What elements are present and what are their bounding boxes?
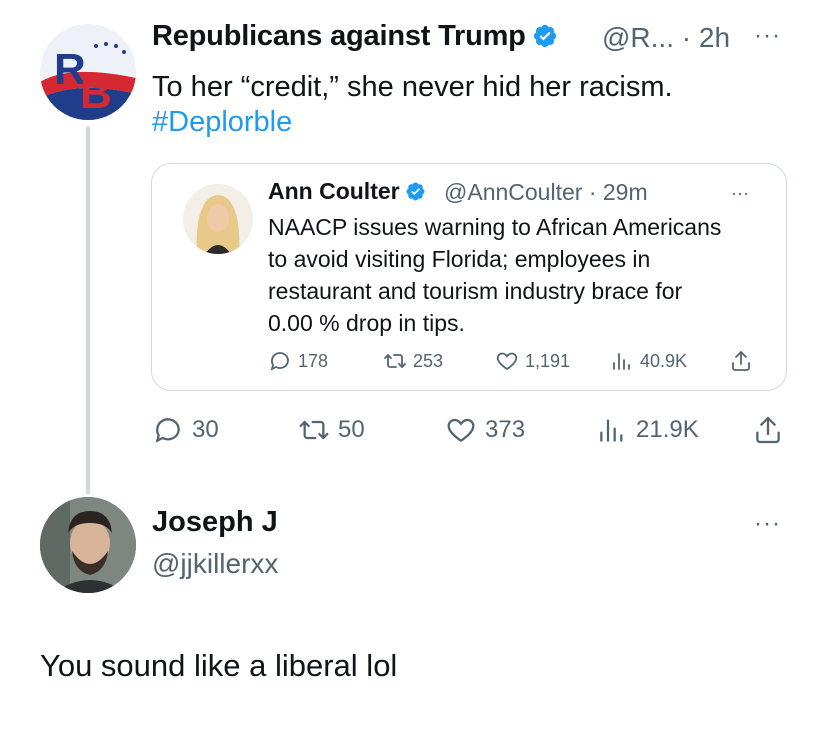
quoted-retweet-button[interactable]: 253 <box>383 349 443 373</box>
reply-text: You sound like a liberal lol <box>40 648 398 683</box>
quoted-tweet-text: NAACP issues warning to African American… <box>268 211 768 339</box>
like-button[interactable]: 373 <box>445 414 525 446</box>
reply-avatar[interactable] <box>40 497 136 593</box>
reply-more-options-icon[interactable]: ··· <box>754 510 781 538</box>
reply-icon <box>270 352 289 371</box>
rb-logo-icon: R B <box>40 24 136 120</box>
author-handle: @R... <box>602 22 674 53</box>
hashtag-link[interactable]: #Deplorble <box>152 106 292 139</box>
quoted-text-line: 0.00 % drop in tips. <box>268 310 465 336</box>
quoted-author-name-text: Ann Coulter <box>268 178 400 204</box>
quoted-retweet-count: 253 <box>413 350 444 371</box>
quoted-share-button[interactable] <box>729 349 753 373</box>
quoted-text-line: to avoid visiting Florida; employees in <box>268 246 651 272</box>
svg-text:B: B <box>80 69 112 118</box>
share-icon <box>756 416 780 444</box>
reply-icon <box>155 418 180 443</box>
share-icon <box>732 351 750 371</box>
tweet-text: To her “credit,” she never hid her racis… <box>152 71 673 103</box>
quoted-views-button[interactable]: 40.9K <box>610 349 687 373</box>
quoted-author-handle: @AnnCoulter <box>444 179 583 205</box>
quoted-reply-count: 178 <box>298 350 329 371</box>
share-button[interactable] <box>752 414 784 446</box>
retweet-count: 50 <box>338 416 365 443</box>
quoted-like-button[interactable]: 1,191 <box>495 349 570 373</box>
quoted-more-options-icon[interactable]: ··· <box>731 183 749 204</box>
author-name-text: Republicans against Trump <box>152 20 526 52</box>
more-options-icon[interactable]: ··· <box>754 22 781 50</box>
quoted-timestamp[interactable]: · 29m <box>589 179 648 205</box>
views-button[interactable]: 21.9K <box>596 414 699 446</box>
timestamp[interactable]: · 2h <box>682 22 730 53</box>
quoted-reply-button[interactable]: 178 <box>268 349 328 373</box>
reply-button[interactable]: 30 <box>152 414 219 446</box>
avatar[interactable]: R B <box>40 24 136 120</box>
reply-count: 30 <box>192 416 219 443</box>
views-chart-icon <box>613 353 630 370</box>
reply-author-handle[interactable]: @jjkillerxx <box>152 548 278 580</box>
like-count: 373 <box>485 416 526 443</box>
person-photo-icon <box>183 184 253 254</box>
quoted-avatar[interactable] <box>183 184 253 254</box>
views-count: 21.9K <box>636 416 699 443</box>
verified-badge-icon <box>406 182 425 201</box>
heart-icon <box>447 418 475 442</box>
quoted-like-count: 1,191 <box>525 350 571 371</box>
quoted-views-count: 40.9K <box>640 350 688 371</box>
author-name[interactable]: Republicans against Trump <box>152 20 558 53</box>
quoted-text-line: NAACP issues warning to African American… <box>268 214 722 240</box>
retweet-button[interactable]: 50 <box>298 414 365 446</box>
heart-icon <box>496 352 518 371</box>
retweet-icon <box>384 354 406 368</box>
person-photo-icon <box>40 497 136 593</box>
retweet-icon <box>299 420 329 440</box>
quoted-handle-time[interactable]: @AnnCoulter · 29m <box>444 179 648 206</box>
author-handle-time[interactable]: @R... · 2h <box>602 22 730 54</box>
verified-badge-icon <box>533 24 556 48</box>
views-chart-icon <box>600 419 623 442</box>
quoted-text-line: restaurant and tourism industry brace fo… <box>268 278 683 304</box>
thread-connector <box>86 126 90 494</box>
quoted-author-name[interactable]: Ann Coulter <box>268 178 426 205</box>
reply-author-name[interactable]: Joseph J <box>152 506 278 539</box>
